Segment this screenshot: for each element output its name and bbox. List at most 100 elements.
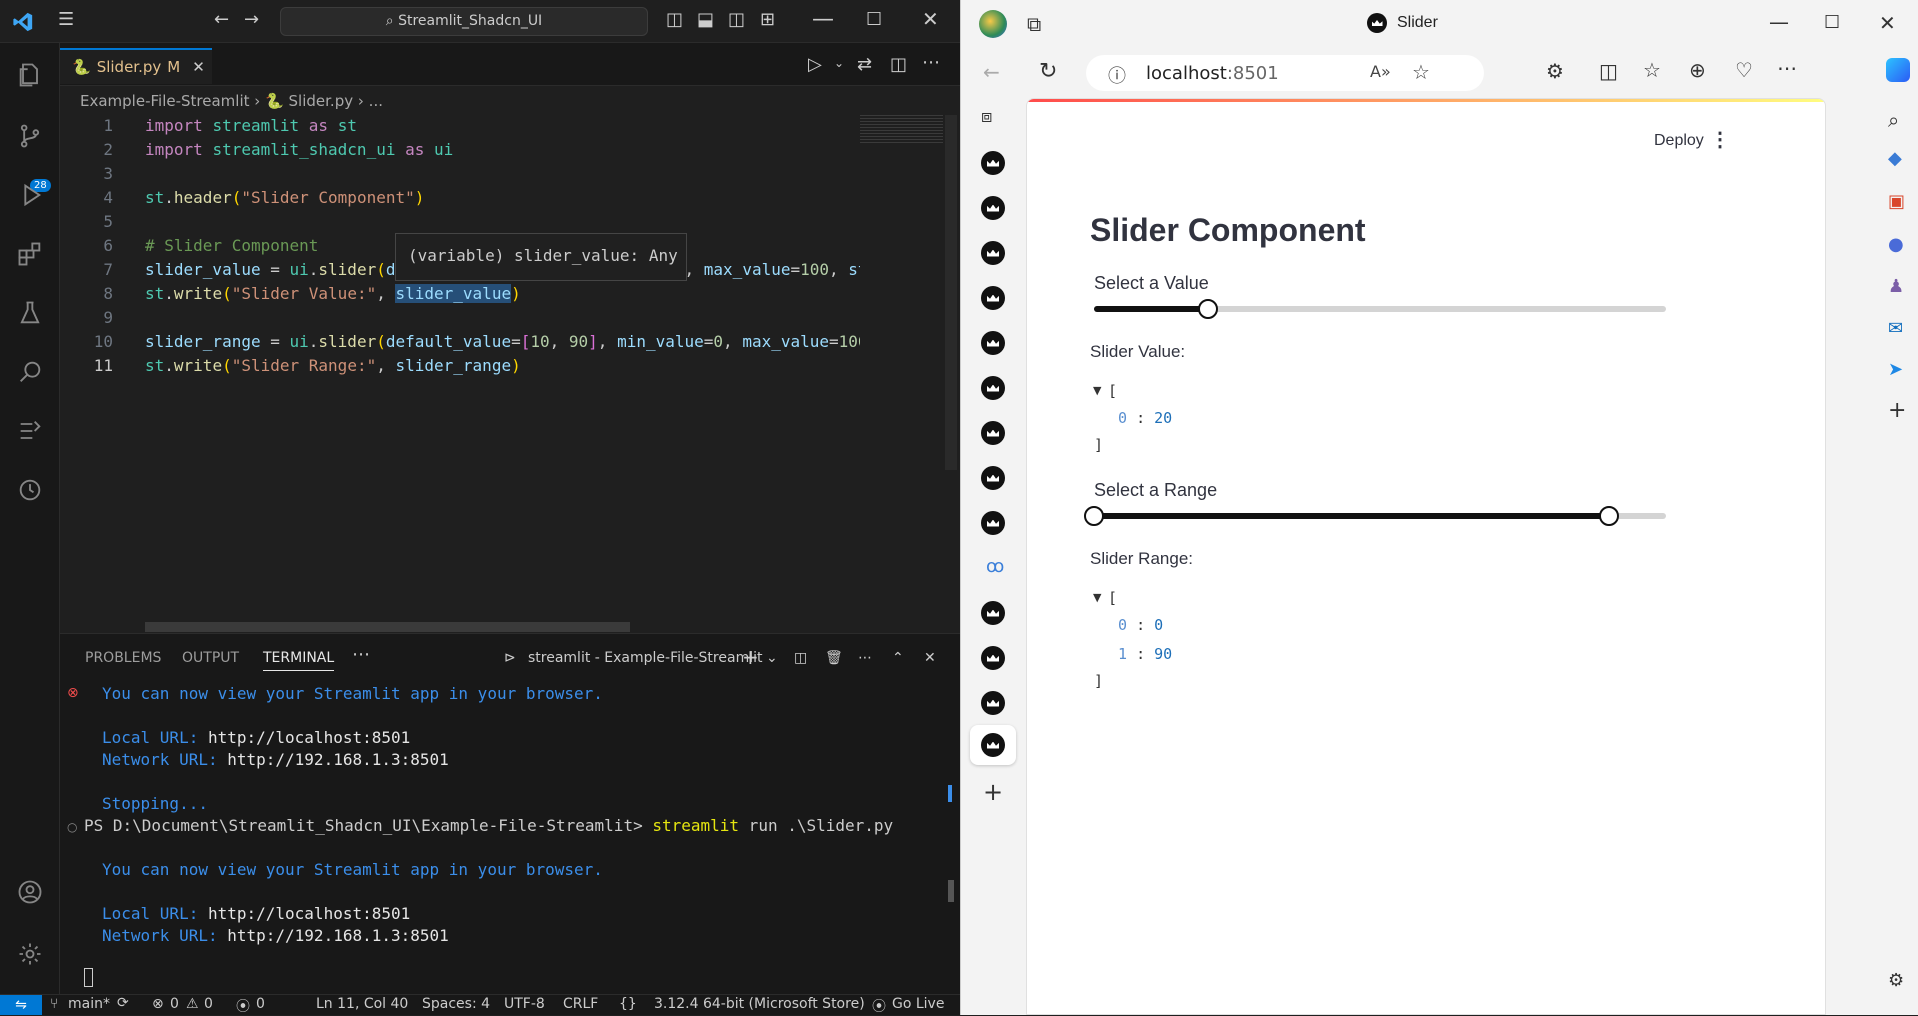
terminal-url[interactable]: http://localhost:8501	[208, 728, 410, 747]
maximize-panel-icon[interactable]: ⌃	[892, 650, 904, 666]
explorer-icon[interactable]	[12, 57, 48, 93]
vertical-tab-streamlit-icon[interactable]	[981, 601, 1005, 625]
vertical-tab-streamlit-icon[interactable]	[981, 733, 1005, 757]
settings-more-icon[interactable]: ⋯	[1777, 56, 1797, 80]
terminal-title[interactable]: streamlit - Example-File-Streamlit	[528, 650, 762, 666]
remote-explorer-icon[interactable]	[12, 413, 48, 449]
language-braces-icon[interactable]: {}	[619, 996, 637, 1012]
maximize-icon[interactable]: ☐	[866, 11, 882, 29]
vertical-tab-streamlit-icon[interactable]	[981, 376, 1005, 400]
address-bar[interactable]: ⓘ localhost:8501 A» ☆	[1086, 55, 1484, 91]
vertical-tab-streamlit-icon[interactable]	[981, 151, 1005, 175]
accounts-icon[interactable]	[12, 874, 48, 910]
sync-icon[interactable]: ⟳	[117, 995, 129, 1011]
customize-layout-icon[interactable]: ⊞	[760, 11, 775, 29]
copilot-icon[interactable]	[1886, 58, 1910, 82]
profile-avatar[interactable]	[979, 10, 1007, 38]
source-control-icon[interactable]	[12, 118, 48, 154]
timeline-icon[interactable]	[12, 472, 48, 508]
slider-range-thumb-high[interactable]	[1598, 506, 1619, 526]
slider-value-thumb[interactable]	[1198, 299, 1219, 319]
breadcrumb-file[interactable]: Slider.py	[289, 92, 354, 110]
tab-terminal[interactable]: TERMINAL	[263, 650, 335, 671]
cursor-position[interactable]: Ln 11, Col 40	[316, 996, 408, 1012]
json-collapse-icon[interactable]: ▼	[1093, 591, 1101, 604]
minimize-icon[interactable]: —	[812, 9, 834, 31]
encoding[interactable]: UTF-8	[504, 996, 545, 1012]
search-icon[interactable]	[12, 354, 48, 390]
workspaces-icon[interactable]: ⧉	[1027, 12, 1041, 36]
back-arrow-icon[interactable]: ←	[214, 11, 229, 29]
json-collapse-icon[interactable]: ▼	[1093, 384, 1101, 397]
close-panel-icon[interactable]: ✕	[924, 650, 936, 666]
vertical-tab-streamlit-icon[interactable]	[981, 331, 1005, 355]
favorites-icon[interactable]: ☆	[1643, 58, 1661, 82]
terminal-scrollbar[interactable]	[948, 880, 954, 902]
indentation[interactable]: Spaces: 4	[422, 996, 490, 1012]
minimap[interactable]	[860, 115, 943, 145]
split-editor-icon[interactable]: ◫	[890, 56, 907, 74]
menu-icon[interactable]: ☰	[58, 11, 74, 29]
tab-actions-icon[interactable]: ⧈	[981, 106, 992, 127]
split-terminal-icon[interactable]: ◫	[794, 650, 807, 666]
code-line[interactable]: st.header("Slider Component")	[145, 186, 424, 210]
back-arrow-icon[interactable]: ←	[983, 60, 1000, 84]
warning-count[interactable]: 0	[204, 996, 213, 1012]
vertical-tab-streamlit-icon[interactable]	[981, 196, 1005, 220]
deploy-button[interactable]: Deploy	[1654, 132, 1704, 150]
run-dropdown-chevron-icon[interactable]: ⌄	[834, 57, 844, 69]
favorite-star-icon[interactable]: ☆	[1412, 60, 1430, 84]
vertical-tab-streamlit-icon[interactable]	[981, 421, 1005, 445]
extensions-icon[interactable]	[12, 236, 48, 272]
outlook-icon[interactable]: ✉	[1888, 318, 1903, 339]
add-sidebar-app-icon[interactable]: +	[1888, 398, 1906, 423]
remote-indicator-icon[interactable]: ⇋	[0, 995, 42, 1015]
new-tab-icon[interactable]: +	[983, 778, 1003, 806]
vertical-tab-streamlit-icon[interactable]	[981, 511, 1005, 535]
toggle-panel-icon[interactable]: ⬓	[697, 11, 714, 29]
editor-more-icon[interactable]: ⋯	[922, 54, 940, 72]
vertical-tab-streamlit-icon[interactable]	[981, 286, 1005, 310]
tab-problems[interactable]: PROBLEMS	[85, 650, 161, 666]
browser-essentials-icon[interactable]: ♡	[1735, 58, 1753, 82]
extensions-icon[interactable]: ⚙	[1546, 59, 1564, 83]
send-icon[interactable]: ➤	[1888, 359, 1903, 380]
breadcrumb-more[interactable]: ...	[369, 92, 383, 110]
vertical-tab-streamlit-icon[interactable]	[981, 646, 1005, 670]
manage-gear-icon[interactable]	[12, 936, 48, 972]
vertical-scrollbar[interactable]	[945, 115, 957, 470]
close-icon[interactable]: ✕	[922, 9, 939, 29]
branch-name[interactable]: main*	[68, 996, 110, 1012]
collections-icon[interactable]: ⊕	[1689, 58, 1706, 82]
vertical-tab-drop-icon[interactable]: ꚙ	[986, 556, 1004, 577]
site-info-icon[interactable]: ⓘ	[1108, 62, 1126, 88]
minimize-icon[interactable]: —	[1769, 10, 1789, 34]
code-line[interactable]: import streamlit as st	[145, 114, 357, 138]
breadcrumb-folder[interactable]: Example-File-Streamlit	[80, 92, 250, 110]
code-line-current[interactable]: st.write("Slider Range:", slider_range)	[145, 354, 521, 378]
tab-close-icon[interactable]: ✕	[192, 58, 205, 76]
shopping-tag-icon[interactable]: ◆	[1888, 148, 1902, 169]
error-count[interactable]: 0	[170, 996, 179, 1012]
refresh-icon[interactable]: ↻	[1039, 59, 1057, 84]
tab-title[interactable]: Slider	[1397, 14, 1438, 32]
tab-slider-py[interactable]: 🐍 Slider.py M ✕	[60, 48, 212, 84]
tab-output[interactable]: OUTPUT	[182, 650, 239, 666]
command-center-search[interactable]: ⌕ Streamlit_Shadcn_UI	[280, 7, 648, 36]
split-screen-icon[interactable]: ◫	[1599, 59, 1618, 83]
terminal-url[interactable]: http://192.168.1.3:8501	[227, 926, 449, 945]
slider-range-thumb-low[interactable]	[1084, 506, 1104, 526]
terminal-url[interactable]: http://192.168.1.3:8501	[227, 750, 449, 769]
line-ending[interactable]: CRLF	[563, 996, 598, 1012]
sidebar-settings-gear-icon[interactable]: ⚙	[1888, 970, 1904, 991]
code-line[interactable]: st.write("Slider Value:", slider_value)	[145, 282, 521, 306]
run-debug-icon[interactable]	[12, 177, 48, 213]
horizontal-scrollbar[interactable]	[145, 622, 630, 632]
code-line[interactable]: # Slider Component	[145, 234, 318, 258]
python-interpreter[interactable]: 3.12.4 64-bit (Microsoft Store)	[654, 996, 865, 1012]
kill-terminal-icon[interactable]: 🗑	[825, 650, 843, 666]
vertical-tab-streamlit-icon[interactable]	[981, 691, 1005, 715]
vertical-tab-streamlit-icon[interactable]	[981, 241, 1005, 265]
vertical-tab-streamlit-icon[interactable]	[981, 466, 1005, 490]
tools-icon[interactable]: ▣	[1888, 191, 1905, 212]
